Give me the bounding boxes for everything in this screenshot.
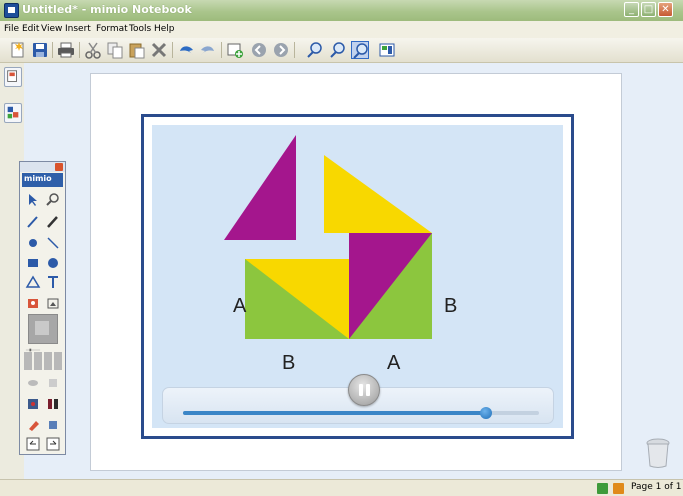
pen-icon[interactable] (25, 214, 41, 230)
tab-gallery[interactable] (4, 103, 22, 123)
previous-page-icon[interactable] (250, 41, 268, 59)
status-pen-icon[interactable] (597, 483, 608, 494)
tab-page-sorter[interactable] (4, 67, 22, 87)
progress-fill (183, 411, 486, 415)
zoom-out-icon[interactable] (329, 41, 347, 59)
page-layout-icon[interactable] (378, 41, 396, 59)
copy-icon[interactable] (106, 41, 124, 59)
yellow-triangle-top-right (324, 155, 432, 233)
image-tool-icon[interactable] (45, 295, 61, 311)
spotlight-icon[interactable] (45, 375, 61, 391)
paste-icon[interactable] (128, 41, 146, 59)
zoom-tool-icon[interactable] (45, 192, 61, 208)
fill-icon[interactable] (45, 417, 61, 433)
eraser-circle-icon[interactable] (25, 235, 41, 251)
line-tool-icon[interactable] (45, 235, 61, 251)
menu-file[interactable]: File (4, 24, 19, 34)
notebook-page[interactable]: A B B A (90, 73, 622, 471)
side-label-a-left: A (233, 295, 247, 317)
ellipse-tool-icon[interactable] (45, 255, 61, 271)
zoom-fit-icon[interactable] (351, 41, 369, 59)
status-rss-icon[interactable] (613, 483, 624, 494)
gallery-icon (7, 106, 19, 119)
zoom-in-icon[interactable] (306, 41, 324, 59)
toolbox-header[interactable] (20, 162, 65, 172)
previous-tool-icon[interactable] (25, 436, 41, 452)
delete-icon[interactable] (150, 41, 168, 59)
animation-frame: A B B A (141, 114, 574, 439)
brand-label: mimio (24, 174, 52, 183)
window-title: Untitled* - mimio Notebook (22, 3, 192, 16)
trash-can-icon[interactable] (645, 437, 671, 469)
toolbox-palette[interactable]: mimio (19, 161, 66, 455)
line-style-grid[interactable] (24, 352, 62, 370)
menu-bar: File Edit View Insert Format Tools Help (0, 21, 683, 38)
highlighter-icon[interactable] (45, 214, 61, 230)
menu-view[interactable]: View (41, 24, 62, 34)
page-sorter-icon (7, 70, 17, 82)
pause-button[interactable] (348, 374, 380, 406)
eraser-icon[interactable] (25, 417, 41, 433)
redo-icon[interactable] (199, 41, 217, 59)
close-button[interactable]: ✕ (658, 2, 673, 17)
next-page-icon[interactable] (272, 41, 290, 59)
menu-insert[interactable]: Insert (65, 24, 91, 34)
undo-icon[interactable] (177, 41, 195, 59)
animation-panel: A B B A (152, 125, 563, 428)
maximize-button[interactable]: □ (641, 2, 656, 17)
menu-edit[interactable]: Edit (22, 24, 39, 34)
toolbox-close-icon[interactable] (55, 163, 63, 171)
color-swatch[interactable] (28, 314, 58, 344)
record-icon[interactable] (25, 396, 41, 412)
next-tool-icon[interactable] (45, 436, 61, 452)
minimize-button[interactable]: _ (624, 2, 639, 17)
screen-capture-icon[interactable] (25, 295, 41, 311)
status-bar: Page 1 of 1 (0, 479, 683, 496)
side-label-b-right: B (444, 295, 458, 317)
magenta-triangle-top-left (224, 135, 296, 240)
side-label-b-bottom: B (282, 352, 296, 374)
calculator-icon[interactable] (45, 396, 61, 412)
print-icon[interactable] (57, 41, 75, 59)
cut-icon[interactable] (84, 41, 102, 59)
progress-thumb[interactable] (479, 407, 492, 419)
main-toolbar (0, 38, 683, 63)
app-icon (4, 3, 19, 18)
workspace: A B B A (24, 63, 683, 479)
menu-help[interactable]: Help (154, 24, 175, 34)
save-icon[interactable] (31, 41, 49, 59)
toolbox-brand: mimio (22, 173, 63, 187)
insert-page-icon[interactable] (226, 41, 244, 59)
menu-tools[interactable]: Tools (129, 24, 151, 34)
page-indicator: Page 1 of 1 (631, 482, 682, 492)
playback-controls (162, 374, 554, 424)
side-label-a-bottom: A (387, 352, 401, 374)
menu-format[interactable]: Format (96, 24, 128, 34)
rectangle-tool-icon[interactable] (25, 255, 41, 271)
new-icon[interactable] (9, 41, 27, 59)
progress-slider[interactable] (183, 407, 539, 419)
triangle-tool-icon[interactable] (25, 274, 41, 290)
title-bar: Untitled* - mimio Notebook _ □ ✕ (0, 0, 683, 21)
select-arrow-icon[interactable] (25, 192, 41, 208)
reveal-icon[interactable] (25, 375, 41, 391)
text-tool-icon[interactable] (45, 274, 61, 290)
